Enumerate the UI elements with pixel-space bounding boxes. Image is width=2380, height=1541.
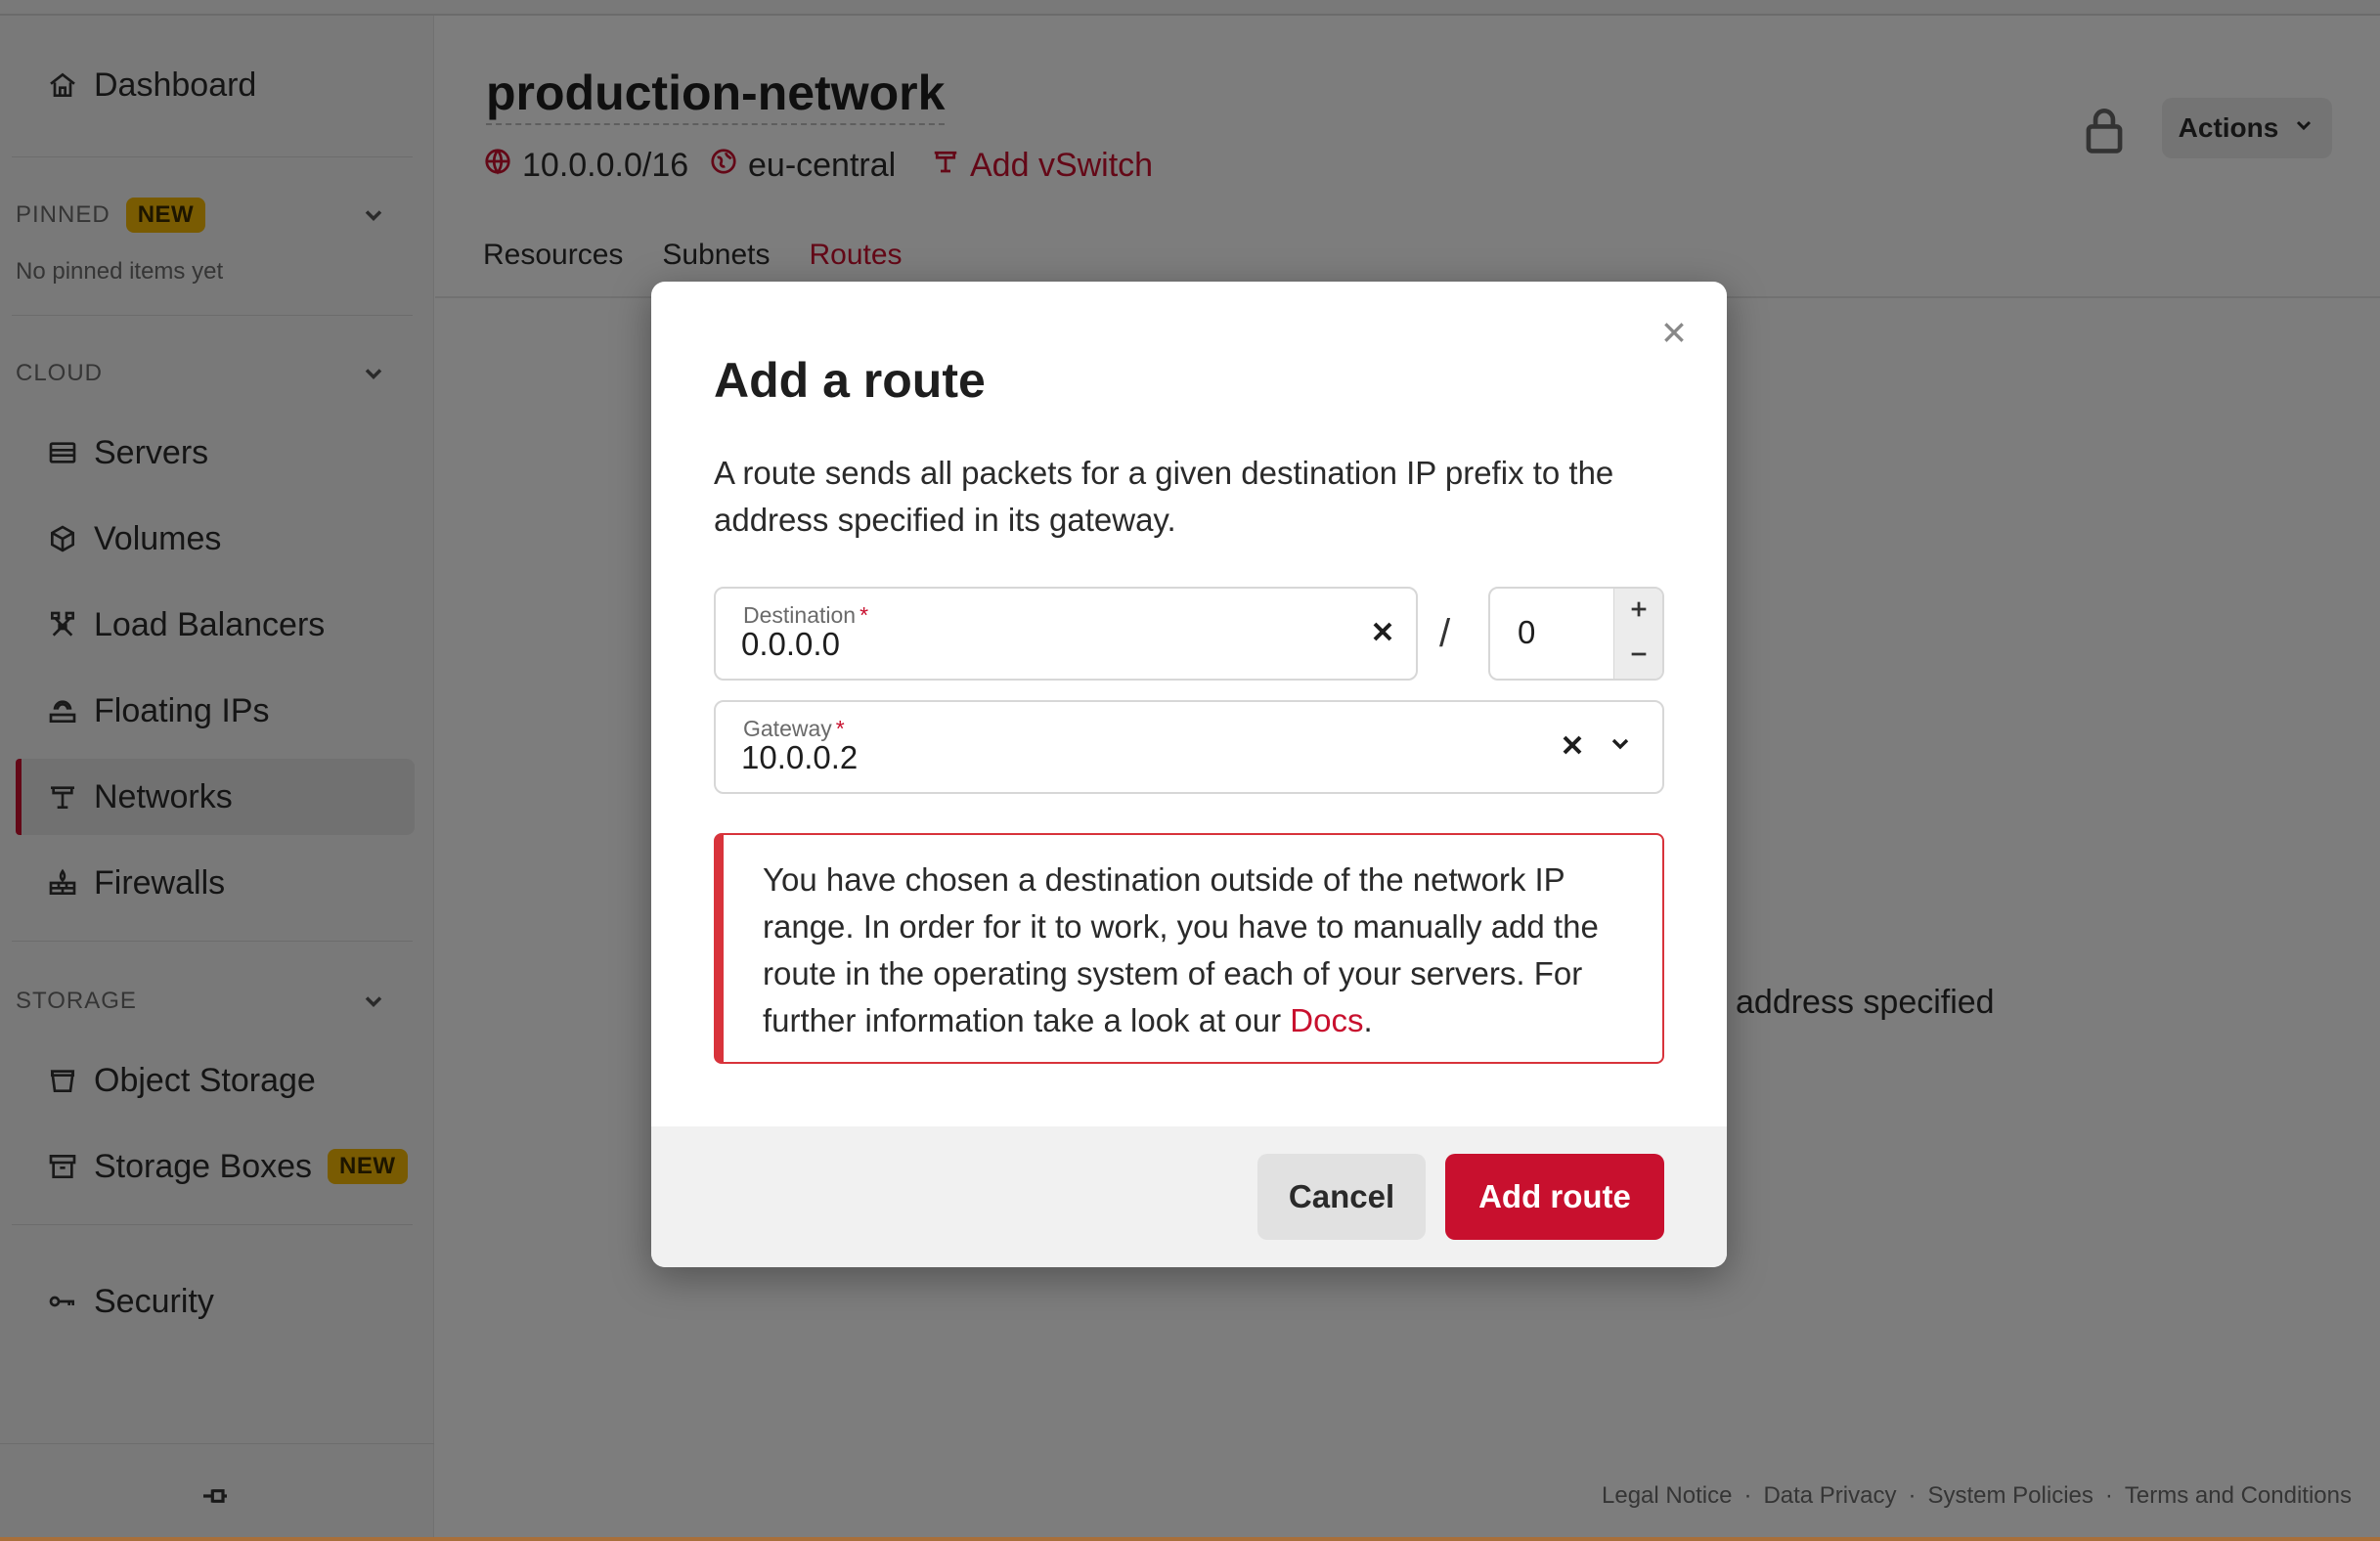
dialog-description: A route sends all packets for a given de… [714,455,1614,538]
add-route-button[interactable]: Add route [1445,1154,1664,1240]
chevron-down-icon [1609,732,1632,761]
gateway-dropdown-toggle[interactable] [1606,731,1635,761]
prefix-length-value[interactable]: 0 [1518,614,1535,651]
destination-label: Destination * [743,602,869,628]
prefix-length-stepper[interactable]: 0 [1488,587,1664,681]
dialog-footer: Cancel Add route [651,1126,1727,1267]
dialog-title: Add a route [714,353,986,408]
plus-icon [1628,598,1650,625]
destination-field[interactable]: Destination * [714,587,1418,681]
alert-end: . [1363,1002,1373,1038]
stepper-controls [1613,589,1662,679]
close-icon [1661,320,1687,350]
destination-input[interactable] [741,626,1328,663]
warning-alert: You have chosen a destination outside of… [714,833,1664,1064]
increment-button[interactable] [1614,589,1663,634]
prefix-separator: / [1439,612,1451,655]
alert-text: You have chosen a destination outside of… [763,861,1599,1038]
clear-gateway-button[interactable] [1555,729,1590,765]
gateway-label: Gateway * [743,716,845,741]
cancel-button[interactable]: Cancel [1257,1154,1426,1240]
close-icon [1561,733,1584,762]
docs-link[interactable]: Docs [1290,1002,1363,1038]
decrement-button[interactable] [1614,634,1663,679]
clear-destination-button[interactable] [1365,616,1400,651]
gateway-field[interactable]: Gateway * [714,700,1664,794]
bottom-accent-line [0,1537,2380,1541]
add-route-dialog: Add a route A route sends all packets fo… [651,282,1727,1267]
gateway-input[interactable] [741,739,1328,776]
minus-icon [1628,643,1650,670]
close-button[interactable] [1656,317,1692,352]
close-icon [1371,620,1394,648]
